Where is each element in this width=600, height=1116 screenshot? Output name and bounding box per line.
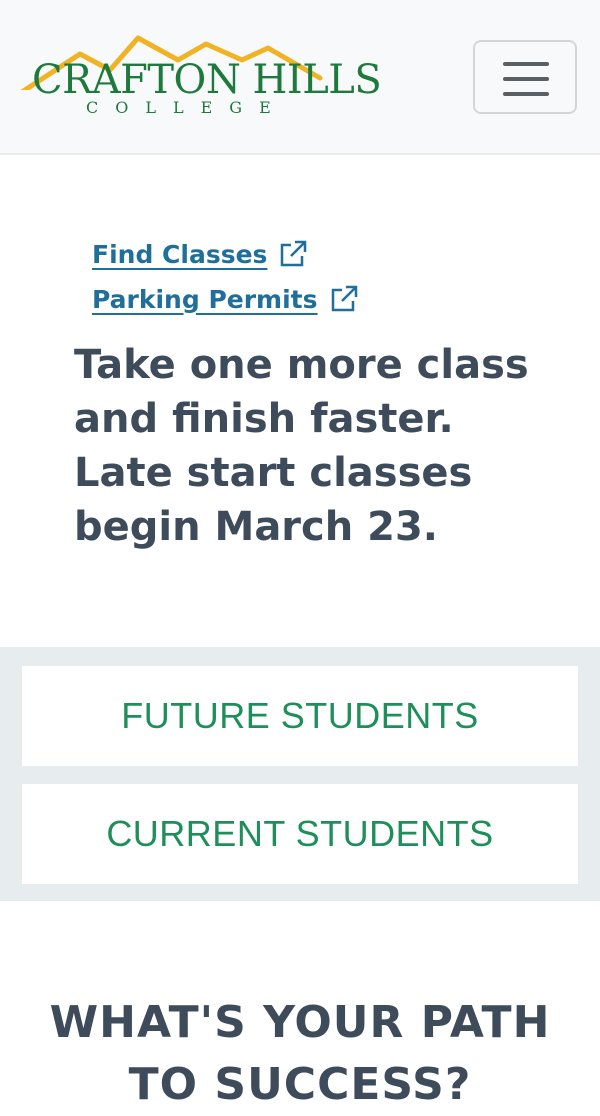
menu-bar-icon [503,77,549,81]
hamburger-menu-button[interactable] [473,40,577,114]
find-classes-label: Find Classes [92,239,268,269]
menu-bar-icon [503,92,549,96]
promo-announcement: Take one more class and finish faster. L… [74,342,529,550]
path-heading-line-2: TO SUCCESS? [128,1059,472,1110]
audience-section: FUTURE STUDENTS CURRENT STUDENTS [0,647,600,901]
external-link-icon [331,285,357,312]
future-students-button[interactable]: FUTURE STUDENTS [22,666,578,766]
menu-bar-icon [503,62,549,66]
quick-links: Find Classes Parking Permits [92,234,360,324]
logo-subtitle: COLLEGE [86,98,288,117]
current-students-button[interactable]: CURRENT STUDENTS [22,784,578,884]
path-heading-line-1: WHAT'S YOUR PATH [49,997,551,1048]
parking-permits-link[interactable]: Parking Permits [92,279,360,319]
site-header: CRAFTON HILLS COLLEGE [0,0,600,155]
external-link-icon [281,240,307,267]
find-classes-link[interactable]: Find Classes [92,234,360,274]
parking-permits-label: Parking Permits [92,284,318,314]
college-logo[interactable]: CRAFTON HILLS COLLEGE [20,30,382,125]
logo-title: CRAFTON HILLS [32,57,382,103]
path-to-success-heading: WHAT'S YOUR PATH TO SUCCESS? [0,992,600,1116]
